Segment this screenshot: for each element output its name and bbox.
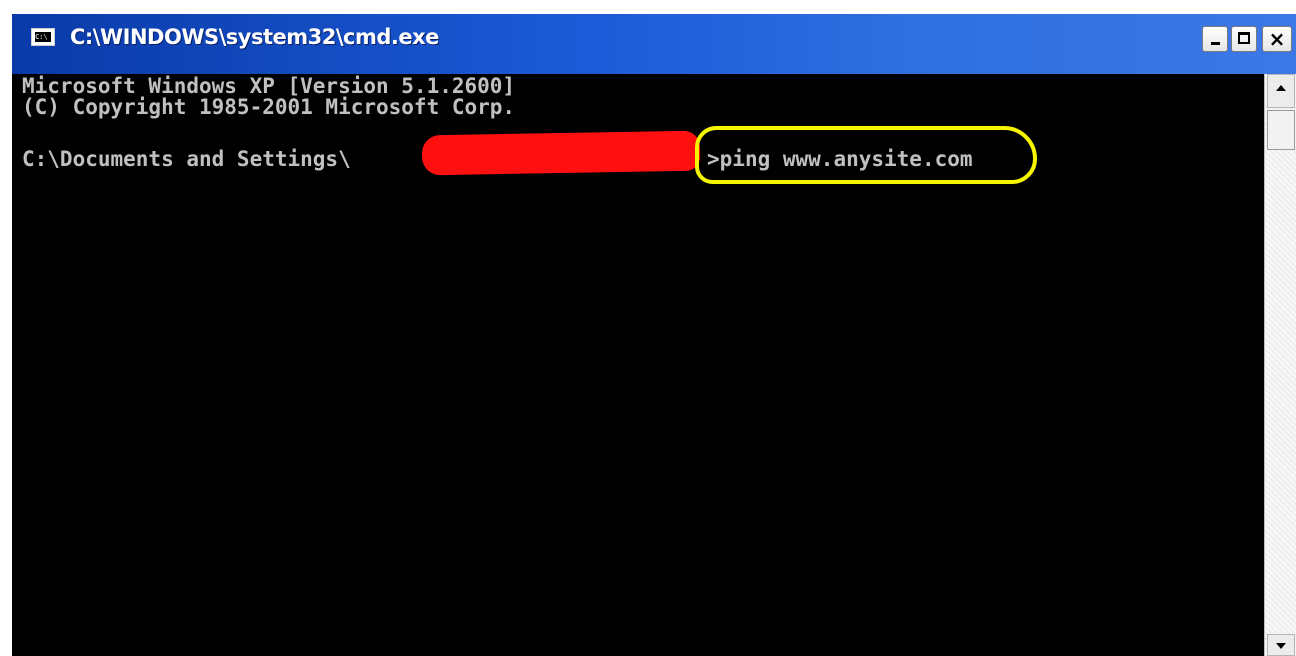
arrow-down-icon bbox=[1276, 643, 1286, 649]
title-bar[interactable]: C:\ C:\WINDOWS\system32\cmd.exe × bbox=[12, 14, 1296, 74]
scroll-down-button[interactable] bbox=[1267, 634, 1295, 656]
highlight-circle bbox=[695, 126, 1037, 184]
maximize-button[interactable] bbox=[1231, 26, 1257, 52]
console-output[interactable]: Microsoft Windows XP [Version 5.1.2600] … bbox=[12, 74, 1264, 656]
minimize-button[interactable] bbox=[1202, 26, 1228, 52]
maximize-icon bbox=[1238, 32, 1250, 44]
console-line-copyright: (C) Copyright 1985-2001 Microsoft Corp. bbox=[22, 95, 516, 119]
cmd-window: C:\ C:\WINDOWS\system32\cmd.exe × Micros… bbox=[12, 14, 1296, 656]
scroll-thumb[interactable] bbox=[1267, 110, 1295, 150]
console-app-icon[interactable]: C:\ bbox=[31, 28, 55, 46]
vertical-scrollbar[interactable] bbox=[1264, 74, 1296, 656]
console-line-prompt: C:\Documents and Settings\ bbox=[22, 147, 351, 171]
console-app-icon-glyph: C:\ bbox=[35, 32, 51, 42]
scroll-up-button[interactable] bbox=[1267, 74, 1295, 108]
close-button[interactable]: × bbox=[1262, 26, 1292, 52]
redaction-mark bbox=[421, 130, 701, 176]
minimize-icon bbox=[1211, 42, 1220, 45]
arrow-up-icon bbox=[1276, 85, 1286, 91]
window-title: C:\WINDOWS\system32\cmd.exe bbox=[70, 25, 439, 49]
close-icon: × bbox=[1268, 27, 1286, 51]
